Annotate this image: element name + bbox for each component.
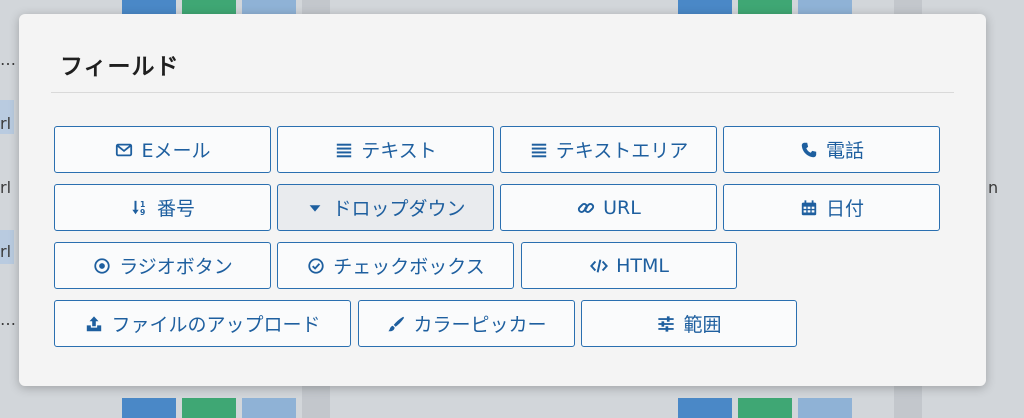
field-button-label: ラジオボタン bbox=[119, 256, 233, 278]
field-button-file-upload[interactable]: ファイルのアップロード bbox=[54, 300, 351, 347]
sort-numeric-icon: 19 bbox=[130, 198, 150, 218]
background-copy-button bbox=[738, 398, 792, 418]
field-button-label: HTML bbox=[616, 254, 669, 277]
background-row-text: rl bbox=[0, 178, 12, 197]
field-button-dropdown[interactable]: ドロップダウン bbox=[277, 184, 494, 231]
caret-down-icon bbox=[305, 198, 325, 218]
field-button-checkbox[interactable]: チェックボックス bbox=[277, 242, 514, 289]
check-circle-icon bbox=[306, 256, 326, 276]
field-button-number[interactable]: 19 番号 bbox=[54, 184, 271, 231]
field-button-label: 番号 bbox=[156, 198, 195, 220]
background-edit-button bbox=[678, 398, 732, 418]
field-button-email[interactable]: Eメール bbox=[54, 126, 271, 173]
field-button-date[interactable]: 日付 bbox=[723, 184, 940, 231]
field-button-label: カラーピッカー bbox=[413, 314, 547, 336]
phone-icon bbox=[799, 140, 819, 160]
field-button-label: 範囲 bbox=[683, 314, 722, 336]
align-justify-icon bbox=[334, 140, 354, 160]
align-justify-icon bbox=[529, 140, 549, 160]
code-icon bbox=[589, 256, 609, 276]
field-button-textarea[interactable]: テキストエリア bbox=[500, 126, 717, 173]
calendar-icon bbox=[799, 198, 819, 218]
field-button-color-picker[interactable]: カラーピッカー bbox=[358, 300, 575, 347]
field-button-label: 電話 bbox=[825, 140, 864, 162]
field-button-html[interactable]: HTML bbox=[521, 242, 737, 289]
field-button-radio[interactable]: ラジオボタン bbox=[54, 242, 271, 289]
background-copy-button bbox=[182, 398, 236, 418]
background-move-button bbox=[242, 398, 296, 418]
background-edit-button bbox=[122, 398, 176, 418]
upload-icon bbox=[84, 314, 104, 334]
field-button-text[interactable]: テキスト bbox=[277, 126, 494, 173]
field-button-range[interactable]: 範囲 bbox=[581, 300, 797, 347]
field-button-label: URL bbox=[603, 196, 641, 219]
field-button-label: テキスト bbox=[361, 140, 437, 162]
modal-title: フィールド bbox=[60, 54, 180, 80]
fields-modal: フィールド Eメール テキスト テキストエリア 電話 19 番号 ドロップダウン… bbox=[19, 14, 986, 386]
link-icon bbox=[576, 198, 596, 218]
background-row-text: … bbox=[0, 50, 16, 69]
background-row-text: rl bbox=[0, 242, 12, 261]
field-button-label: チェックボックス bbox=[333, 256, 485, 278]
envelope-icon bbox=[114, 140, 134, 160]
field-button-label: ドロップダウン bbox=[332, 198, 466, 220]
field-button-phone[interactable]: 電話 bbox=[723, 126, 940, 173]
background-row-text: … bbox=[0, 310, 16, 329]
svg-text:9: 9 bbox=[140, 208, 145, 217]
dot-circle-icon bbox=[92, 256, 112, 276]
field-button-label: テキストエリア bbox=[555, 140, 689, 162]
paint-brush-icon bbox=[386, 314, 406, 334]
title-divider bbox=[51, 92, 954, 93]
field-button-label: ファイルのアップロード bbox=[111, 314, 321, 336]
background-row-text: rl bbox=[0, 114, 12, 133]
background-right-text: n bbox=[988, 178, 999, 197]
sliders-icon bbox=[656, 314, 676, 334]
field-button-label: 日付 bbox=[825, 198, 864, 220]
background-move-button bbox=[798, 398, 852, 418]
field-button-label: Eメール bbox=[141, 140, 211, 162]
field-button-url[interactable]: URL bbox=[500, 184, 717, 231]
